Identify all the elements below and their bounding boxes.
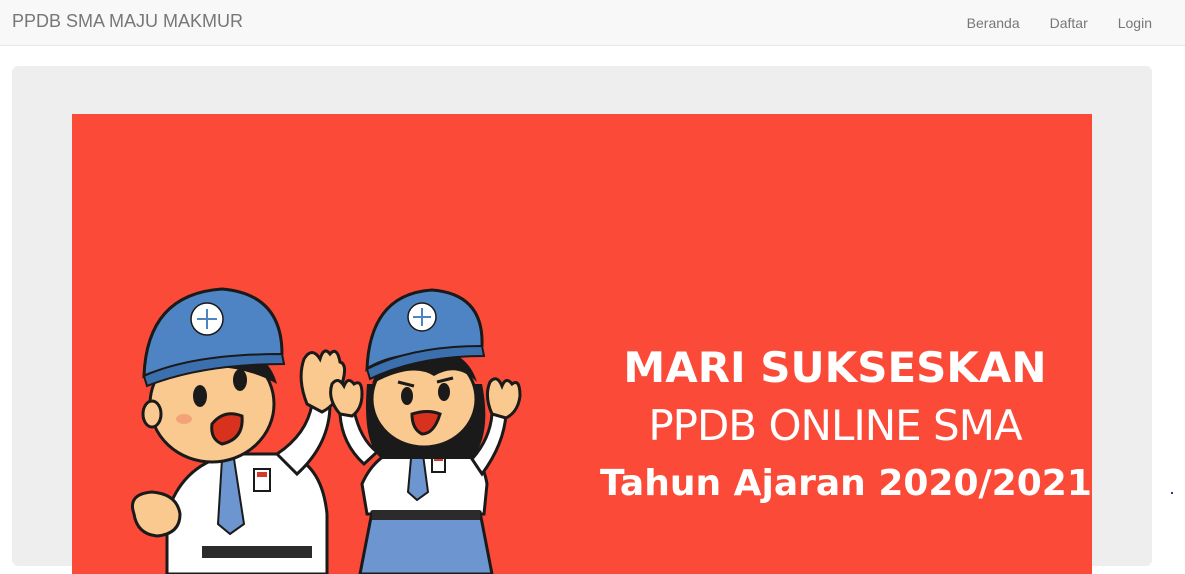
banner-line-2: PPDB ONLINE SMA [648,401,1022,450]
top-navbar: PPDB SMA MAJU MAKMUR Beranda Daftar Logi… [0,0,1185,46]
nav-link-daftar[interactable]: Daftar [1035,15,1103,31]
ppdb-banner-image: MARI SUKSESKAN PPDB ONLINE SMA Tahun Aja… [72,114,1092,574]
stray-dot [1171,492,1173,494]
boy-student-illustration [131,287,347,574]
nav-links: Beranda Daftar Login [952,0,1167,46]
girl-student-illustration [329,288,522,574]
banner-headline: MARI SUKSESKAN PPDB ONLINE SMA Tahun Aja… [600,340,1092,512]
nav-link-beranda[interactable]: Beranda [952,15,1035,31]
nav-link-login[interactable]: Login [1103,15,1167,31]
banner-line-1: MARI SUKSESKAN [623,343,1047,392]
banner-line-3: Tahun Ajaran 2020/2021 [600,463,1092,504]
jumbotron: MARI SUKSESKAN PPDB ONLINE SMA Tahun Aja… [12,66,1152,574]
navbar-brand[interactable]: PPDB SMA MAJU MAKMUR [12,11,243,32]
